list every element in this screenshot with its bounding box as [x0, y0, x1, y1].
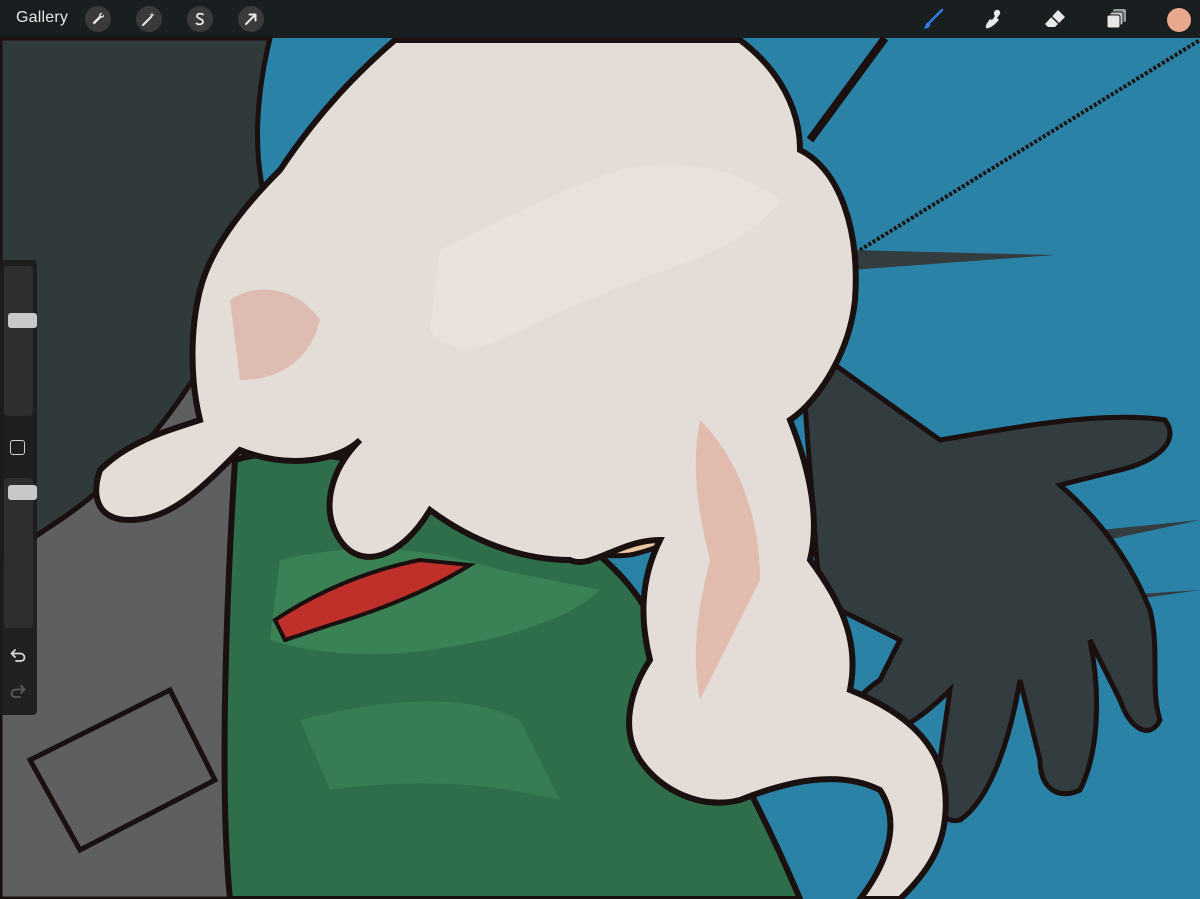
magic-wand-icon: [142, 12, 155, 26]
top-toolbar: Gallery: [0, 0, 1200, 38]
opacity-slider-thumb[interactable]: [8, 484, 37, 500]
color-swatch-button[interactable]: [1166, 7, 1192, 33]
arrow-cursor-icon: [245, 13, 257, 25]
brush-size-slider[interactable]: [4, 266, 37, 416]
modify-button[interactable]: [10, 440, 25, 455]
layers-icon: [1106, 9, 1126, 29]
selection-s-icon: [195, 12, 204, 26]
undo-icon: [10, 649, 26, 662]
eraser-icon: [1045, 10, 1065, 27]
brush-icon: [923, 8, 944, 29]
wrench-icon: [92, 12, 105, 25]
actions-button[interactable]: [85, 6, 111, 32]
adjustments-button[interactable]: [136, 6, 162, 32]
transform-button[interactable]: [238, 6, 264, 32]
opacity-slider[interactable]: [4, 478, 37, 628]
gallery-button[interactable]: Gallery: [16, 9, 68, 27]
smudge-icon: [985, 9, 1001, 29]
eraser-tool-button[interactable]: [1042, 6, 1068, 32]
redo-icon: [10, 685, 26, 698]
redo-button[interactable]: [7, 680, 29, 702]
undo-button[interactable]: [7, 644, 29, 666]
smudge-tool-button[interactable]: [981, 6, 1007, 32]
layers-button[interactable]: [1104, 6, 1130, 32]
brush-size-slider-thumb[interactable]: [8, 313, 37, 329]
left-sidebar: [0, 260, 37, 715]
selection-button[interactable]: [187, 6, 213, 32]
brush-tool-button[interactable]: [920, 6, 946, 32]
drawing-canvas[interactable]: [0, 0, 1200, 899]
